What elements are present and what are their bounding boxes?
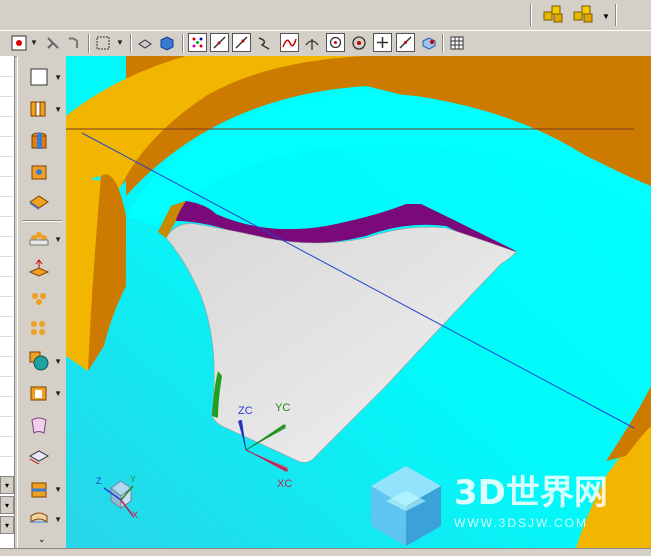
triad-label-y: Y: [130, 474, 136, 484]
chevron-down-icon[interactable]: ▼: [116, 34, 124, 52]
offset-icon[interactable]: [26, 256, 52, 282]
view-orient-icon[interactable]: [136, 34, 154, 52]
watermark-url: WWW.3DSJW.COM: [454, 516, 588, 530]
more-icon[interactable]: ▼: [26, 506, 62, 532]
thicken-icon[interactable]: [26, 444, 52, 470]
triad-label-z: Z: [96, 476, 102, 486]
circle-icon[interactable]: [326, 33, 345, 52]
measure-icon[interactable]: [44, 34, 62, 52]
array-icon[interactable]: [26, 286, 52, 312]
part-navigator-strip[interactable]: [0, 56, 15, 548]
line-alt-icon[interactable]: [232, 33, 251, 52]
extrude-icon[interactable]: ▼: [26, 96, 62, 122]
model-scene[interactable]: ZC YC XC Z Y X 3D世界网 WWW.3DSJW.COM: [66, 56, 651, 548]
snap-point-icon[interactable]: [10, 34, 28, 52]
grid-icon[interactable]: [448, 34, 466, 52]
axis-label-yc: YC: [275, 402, 290, 414]
shell-icon[interactable]: ▼: [26, 380, 62, 406]
chevron-down-icon[interactable]: ⌄: [38, 534, 46, 545]
plus-icon[interactable]: [373, 33, 392, 52]
chevron-down-icon[interactable]: ▼: [602, 12, 610, 21]
scroll-down-icon[interactable]: ▾: [0, 476, 14, 494]
assembly-add-icon[interactable]: [572, 2, 596, 26]
pattern-icon[interactable]: ▼: [26, 226, 62, 252]
assembly-icon[interactable]: [542, 2, 566, 26]
feature-icon[interactable]: [26, 188, 52, 214]
select-box-icon[interactable]: [94, 34, 112, 52]
scroll-down-icon[interactable]: ▾: [0, 496, 14, 514]
curve-icon[interactable]: [255, 34, 273, 52]
fit-icon[interactable]: [420, 34, 438, 52]
graphics-viewport[interactable]: ZC YC XC Z Y X 3D世界网 WWW.3DSJW.COM: [66, 56, 651, 548]
hole-array-icon[interactable]: [26, 316, 52, 342]
axis-label-xc: XC: [277, 478, 292, 490]
top-menu-bar: ▼: [0, 0, 651, 30]
sketch-icon[interactable]: ▼: [26, 64, 62, 90]
scroll-down-icon[interactable]: ▾: [0, 516, 14, 534]
block-icon[interactable]: [26, 158, 52, 184]
boolean-icon[interactable]: ▼: [26, 348, 62, 374]
slash-icon[interactable]: [396, 33, 415, 52]
surface-icon[interactable]: [26, 412, 52, 438]
feature-toolbar: ▼ ▼ ▼ ▼ ▼ ▼ ▼ ⌄: [17, 56, 66, 548]
line-icon[interactable]: [210, 33, 229, 52]
tangent-icon[interactable]: [350, 34, 368, 52]
chevron-down-icon[interactable]: ▼: [30, 34, 38, 52]
point-set-icon[interactable]: [188, 33, 207, 52]
axis-label-zc: ZC: [238, 405, 253, 417]
spline-icon[interactable]: [280, 33, 299, 52]
cylinder-icon[interactable]: [26, 128, 52, 154]
sew-icon[interactable]: ▼: [26, 476, 62, 502]
triad-label-x: X: [132, 510, 138, 520]
main-toolbar: ▼ ▼: [0, 30, 651, 57]
watermark-title: 3D世界网: [454, 473, 608, 513]
intersect-icon[interactable]: [303, 34, 321, 52]
drag-icon[interactable]: [64, 34, 82, 52]
render-icon[interactable]: [158, 34, 176, 52]
